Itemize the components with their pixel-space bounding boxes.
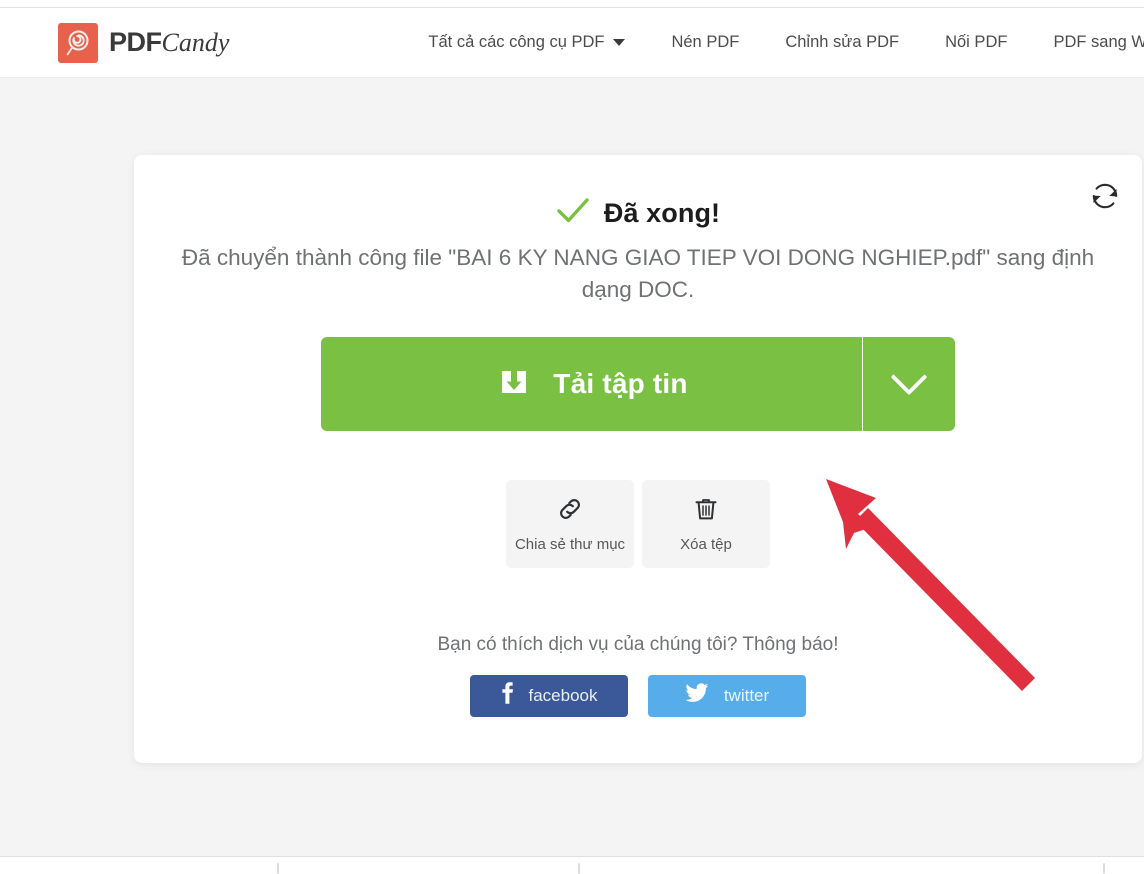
brand-logo-link[interactable]: PDFCandy (58, 22, 229, 63)
done-title: Đã xong! (603, 198, 721, 228)
done-status-row: Đã xong! (134, 196, 1142, 231)
file-action-tiles: Chia sẻ thư mục Xóa tệp (134, 479, 1142, 568)
chevron-down-icon (613, 39, 626, 46)
delete-file-button[interactable]: Xóa tệp (642, 479, 770, 568)
nav-label: Chỉnh sửa PDF (785, 33, 900, 51)
twitter-icon (685, 683, 709, 708)
trash-icon (691, 494, 721, 527)
brand-name-bold: PDF (109, 27, 162, 57)
delete-file-label: Xóa tệp (680, 536, 732, 554)
check-icon (556, 196, 590, 231)
nav-item-merge-pdf[interactable]: Nối PDF (945, 27, 1007, 58)
download-button-group: Tải tập tin (321, 336, 955, 431)
footer-area (0, 857, 1144, 874)
footer-tick-mark (578, 863, 580, 874)
brand-wordmark: PDFCandy (109, 29, 229, 56)
link-icon (555, 494, 585, 527)
nav-item-pdf-to-word[interactable]: PDF sang W (1053, 27, 1144, 58)
site-header: PDFCandy Tất cả các công cụ PDF Nén PDF … (0, 8, 1144, 78)
social-share-buttons: facebook twitter (134, 674, 1142, 717)
brand-name-script: Candy (161, 28, 230, 57)
nav-label: Nén PDF (671, 33, 740, 51)
nav-item-compress-pdf[interactable]: Nén PDF (671, 27, 739, 58)
refresh-icon[interactable] (1082, 173, 1128, 219)
download-file-label: Tải tập tin (553, 367, 688, 399)
footer-tick-mark (277, 863, 279, 874)
conversion-result-card: Đã xong! Đã chuyển thành công file "BAI … (134, 155, 1142, 763)
facebook-icon (501, 681, 514, 710)
twitter-label: twitter (723, 685, 770, 705)
nav-label: Nối PDF (945, 33, 1008, 51)
page-root: PDFCandy Tất cả các công cụ PDF Nén PDF … (0, 0, 1144, 874)
nav-label: Tất cả các công cụ PDF (428, 33, 605, 51)
conversion-description: Đã chuyển thành công file "BAI 6 KY NANG… (181, 245, 1095, 302)
nav-item-edit-pdf[interactable]: Chỉnh sửa PDF (785, 27, 899, 58)
share-folder-label: Chia sẻ thư mục (514, 536, 626, 554)
download-options-dropdown-button[interactable] (863, 336, 955, 431)
main-navigation: Tất cả các công cụ PDF Nén PDF Chỉnh sửa… (428, 27, 1144, 58)
chevron-down-icon (890, 358, 928, 396)
footer-tick-mark (1103, 863, 1105, 874)
nav-label: PDF sang W (1053, 33, 1144, 51)
social-share-prompt: Bạn có thích dịch vụ của chúng tôi? Thôn… (437, 633, 839, 655)
browser-top-strip (0, 0, 1144, 8)
nav-item-all-pdf-tools[interactable]: Tất cả các công cụ PDF (428, 27, 626, 58)
download-file-button[interactable]: Tải tập tin (321, 336, 863, 431)
share-facebook-button[interactable]: facebook (470, 674, 628, 717)
download-tray-icon (495, 363, 533, 404)
share-folder-button[interactable]: Chia sẻ thư mục (506, 479, 634, 568)
share-twitter-button[interactable]: twitter (648, 674, 806, 717)
lollipop-icon (58, 22, 98, 63)
facebook-label: facebook (528, 685, 598, 705)
